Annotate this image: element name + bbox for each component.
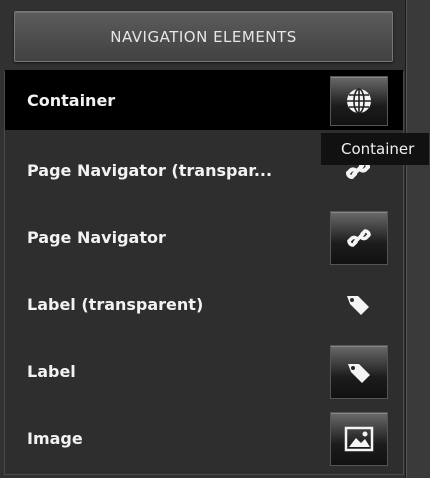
list-item-label-transparent[interactable]: Label (transparent)	[5, 274, 403, 334]
tag-icon[interactable]	[330, 280, 386, 328]
tooltip: Container	[321, 133, 429, 165]
item-label: Label	[27, 361, 76, 381]
item-label: Image	[27, 428, 83, 448]
item-label: Container	[27, 90, 116, 110]
navigation-elements-header[interactable]: NAVIGATION ELEMENTS	[14, 11, 393, 62]
item-label: Page Navigator	[27, 227, 166, 247]
globe-icon[interactable]	[330, 76, 388, 126]
list-item-label[interactable]: Label	[5, 341, 403, 401]
item-label: Page Navigator (transpar...	[27, 160, 273, 180]
scrollbar-track[interactable]	[406, 0, 430, 478]
list-item-container[interactable]: Container	[5, 70, 403, 130]
list-item-image[interactable]: Image	[5, 408, 403, 468]
navigation-elements-panel: NAVIGATION ELEMENTS Container Page Navig…	[0, 0, 406, 478]
image-icon[interactable]	[330, 412, 388, 466]
list-item-page-navigator[interactable]: Page Navigator	[5, 207, 403, 267]
item-label: Label (transparent)	[27, 294, 204, 314]
link-icon[interactable]	[330, 211, 388, 265]
tag-icon[interactable]	[330, 345, 388, 399]
